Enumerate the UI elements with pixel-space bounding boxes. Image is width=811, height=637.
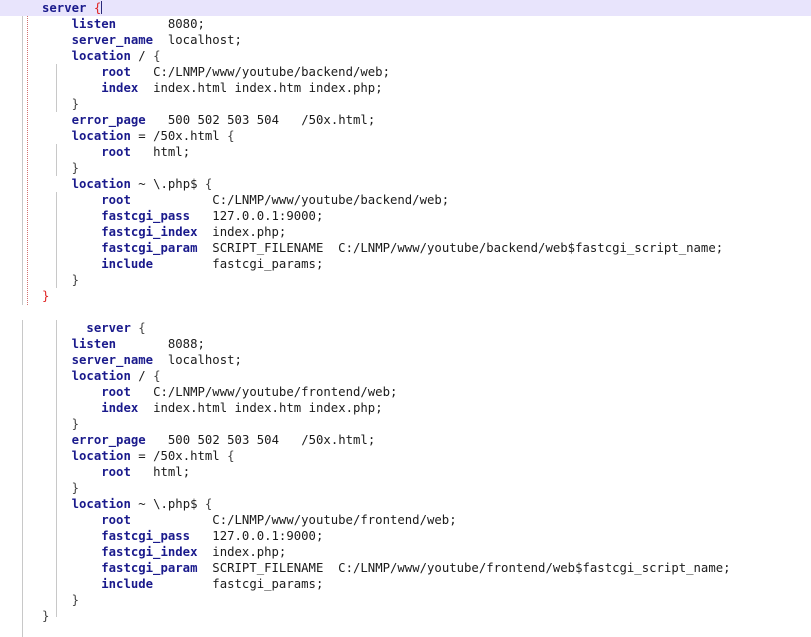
code-line-28[interactable]: error_page 500 502 503 504 /50x.html; bbox=[0, 432, 811, 448]
code-line-19[interactable]: } bbox=[0, 288, 811, 304]
code-line-18[interactable]: } bbox=[0, 272, 811, 288]
code-line-35[interactable]: fastcgi_index index.php; bbox=[0, 544, 811, 560]
code-line-38[interactable]: } bbox=[0, 592, 811, 608]
code-line-7[interactable]: } bbox=[0, 96, 811, 112]
code-line-31[interactable]: } bbox=[0, 480, 811, 496]
code-line-3[interactable]: server_name localhost; bbox=[0, 32, 811, 48]
code-line-15[interactable]: fastcgi_index index.php; bbox=[0, 224, 811, 240]
code-line-34[interactable]: fastcgi_pass 127.0.0.1:9000; bbox=[0, 528, 811, 544]
code-line-20[interactable] bbox=[0, 304, 811, 320]
code-line-25[interactable]: root C:/LNMP/www/youtube/frontend/web; bbox=[0, 384, 811, 400]
code-line-29[interactable]: location = /50x.html { bbox=[0, 448, 811, 464]
code-line-1[interactable]: server { bbox=[0, 0, 811, 16]
text-caret bbox=[101, 1, 103, 14]
code-line-24[interactable]: location / { bbox=[0, 368, 811, 384]
code-line-13[interactable]: root C:/LNMP/www/youtube/backend/web; bbox=[0, 192, 811, 208]
code-line-37[interactable]: include fastcgi_params; bbox=[0, 576, 811, 592]
code-line-8[interactable]: error_page 500 502 503 504 /50x.html; bbox=[0, 112, 811, 128]
code-line-27[interactable]: } bbox=[0, 416, 811, 432]
code-line-6[interactable]: index index.html index.htm index.php; bbox=[0, 80, 811, 96]
code-line-12[interactable]: location ~ \.php$ { bbox=[0, 176, 811, 192]
code-line-9[interactable]: location = /50x.html { bbox=[0, 128, 811, 144]
code-line-39[interactable]: } bbox=[0, 608, 811, 624]
code-editor[interactable]: server { listen 8080; server_name localh… bbox=[0, 0, 811, 637]
code-line-26[interactable]: index index.html index.htm index.php; bbox=[0, 400, 811, 416]
code-line-2[interactable]: listen 8080; bbox=[0, 16, 811, 32]
code-line-17[interactable]: include fastcgi_params; bbox=[0, 256, 811, 272]
code-line-4[interactable]: location / { bbox=[0, 48, 811, 64]
code-line-32[interactable]: location ~ \.php$ { bbox=[0, 496, 811, 512]
code-line-23[interactable]: server_name localhost; bbox=[0, 352, 811, 368]
code-line-16[interactable]: fastcgi_param SCRIPT_FILENAME C:/LNMP/ww… bbox=[0, 240, 811, 256]
code-line-33[interactable]: root C:/LNMP/www/youtube/frontend/web; bbox=[0, 512, 811, 528]
code-line-22[interactable]: listen 8088; bbox=[0, 336, 811, 352]
code-line-21[interactable]: server { bbox=[0, 320, 811, 336]
code-line-36[interactable]: fastcgi_param SCRIPT_FILENAME C:/LNMP/ww… bbox=[0, 560, 811, 576]
code-line-10[interactable]: root html; bbox=[0, 144, 811, 160]
code-line-5[interactable]: root C:/LNMP/www/youtube/backend/web; bbox=[0, 64, 811, 80]
code-line-14[interactable]: fastcgi_pass 127.0.0.1:9000; bbox=[0, 208, 811, 224]
code-line-30[interactable]: root html; bbox=[0, 464, 811, 480]
code-content[interactable]: server { listen 8080; server_name localh… bbox=[0, 0, 811, 624]
code-line-11[interactable]: } bbox=[0, 160, 811, 176]
